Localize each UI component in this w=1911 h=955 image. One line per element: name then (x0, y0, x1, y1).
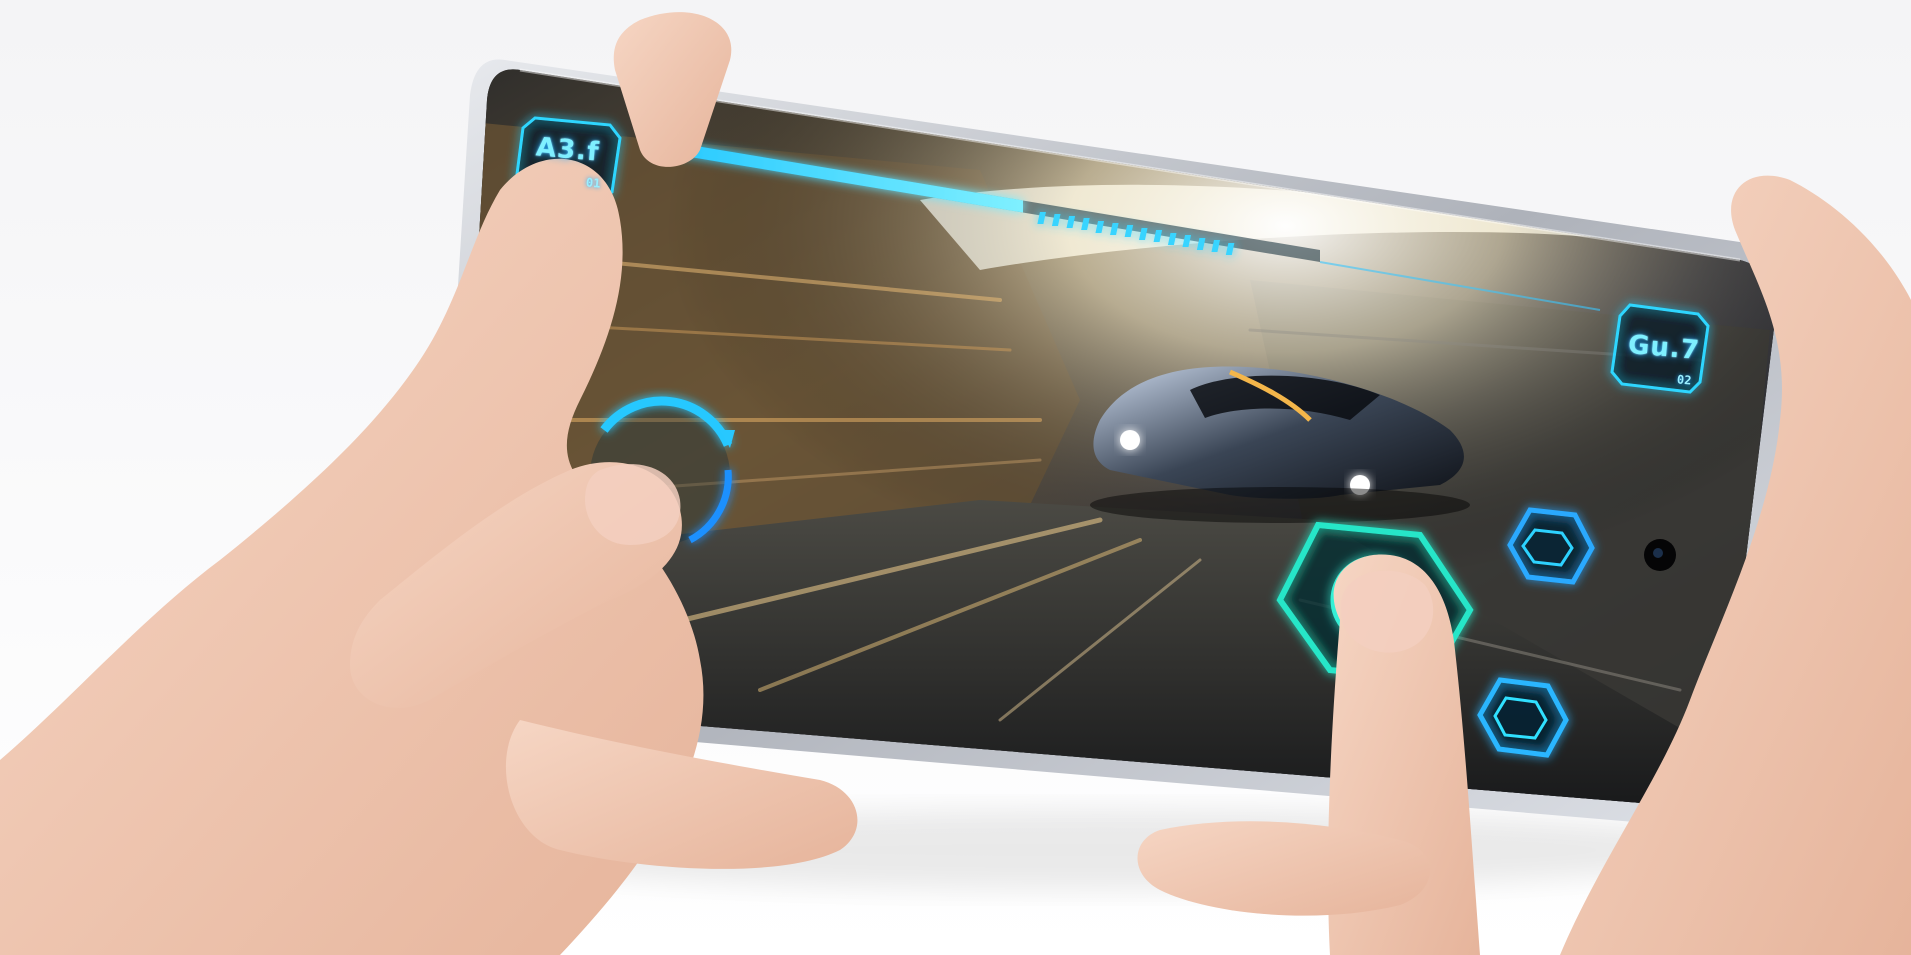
badge-left-index: 01 (585, 175, 602, 191)
right-thumb-nail (1341, 570, 1434, 653)
car-headlight-left (1120, 430, 1140, 450)
front-camera-lens (1653, 548, 1663, 558)
badge-right-label: Gu.7 (1626, 329, 1701, 367)
secondary-action-icon[interactable] (1507, 507, 1595, 585)
badge-right-index: 02 (1676, 372, 1693, 388)
badge-left-label: A3.f (534, 132, 601, 168)
left-thumb-nail (585, 464, 681, 545)
game-scene (0, 0, 1911, 955)
car-shadow (1090, 487, 1470, 523)
